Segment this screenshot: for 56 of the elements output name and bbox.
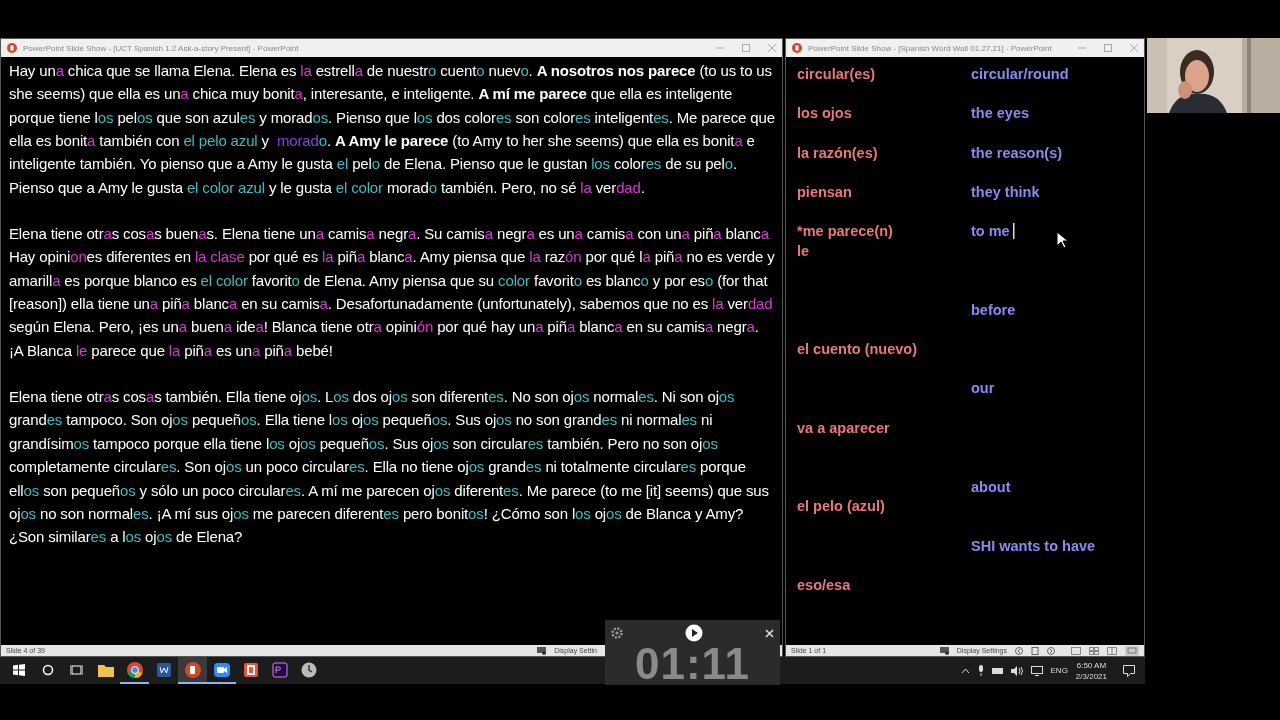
presentation-app-icon xyxy=(183,660,202,679)
powerpoint-icon xyxy=(7,43,17,53)
document-app-icon xyxy=(154,660,173,679)
english-meaning: SHI wants to have xyxy=(971,536,1096,556)
story-paragraph: Elena tiene otras cosas también. Ella tiene ojos. Los dos ojos son diferentes. No son ojos normales. Ni son ojos grandes tampoco. Son ojos pequeños. Ella tiene los ojos pequeños. Sus ojos no son grandes ni normales ni grandísimos tampoco porque ella tiene los ojos pequeños. Sus ojos son circulares también. Pero no son ojos completamente circulares. Son ojos un poco circulares. Ella no tiene ojos grandes ni totalmente circulares porque ellos son pequeños y sólo un poco circulares. A mí me parecen ojos diferentes. Me parece (to me [it] seems) que sus ojos no son normales. ¡A mí sus ojos me parecen diferentes pero bonitos! ¿Cómo son los ojos de Blanca y Amy? ¿Son similares a los ojos de Elena? xyxy=(9,387,770,548)
taskbar-button[interactable] xyxy=(178,657,207,684)
window-title: PowerPoint Slide Show - [UCT Spanish 1.2 Ask-a-story Present] - PowerPoint xyxy=(23,43,300,53)
video-camera-icon xyxy=(212,660,231,679)
english-meaning: to me xyxy=(971,222,1010,242)
story-paragraph: Hay una chica que se llama Elena. Elena es la estrella de nuestro cuento nuevo. A nosotros nos parece (to us to us she seems) que ella es una chica muy bonita, interesante, e inteligente. A mí me parece que ella es inteligente porque tiene los pelos que son azules y morados. Pienso que los dos colores son colores inteligentes. Me parece que ella es bonita también con el pelo azul y morado. A Amy le parece (to Amy to her she seems) que ella es bonita e inteligente también. Yo pienso que a Amy le gusta el pelo de Elena. Pienso que le gustan los colores de su pelo. Pienso que a Amy le gusta el color azul y le gusta el color morado también. Pero, no sé la verdad. xyxy=(9,61,776,198)
text-cursor-icon xyxy=(1012,223,1016,240)
spanish-term: le xyxy=(797,242,811,262)
task-view-icon[interactable] xyxy=(70,663,83,676)
settings-icon[interactable] xyxy=(611,627,623,639)
english-meaning: they think xyxy=(971,182,1040,202)
normal-view-icon[interactable] xyxy=(1071,646,1081,655)
spanish-term: la razón(es) xyxy=(797,143,879,163)
volume-icon[interactable] xyxy=(1010,665,1023,676)
timer-readout: 01:11 xyxy=(634,642,751,686)
next-icon[interactable] xyxy=(1047,646,1055,655)
search-icon[interactable] xyxy=(41,663,54,676)
spanish-term: piensan xyxy=(797,182,853,202)
spanish-term: el pelo (azul) xyxy=(797,497,886,517)
spanish-term: eso/esa xyxy=(797,575,852,595)
play-icon[interactable] xyxy=(685,624,703,642)
slideshow-icon[interactable] xyxy=(1125,645,1139,656)
chevron-up-icon[interactable] xyxy=(960,667,970,674)
previous-icon[interactable] xyxy=(1015,646,1023,655)
spanish-term: *me parece(n) xyxy=(797,222,894,242)
notification-icon[interactable] xyxy=(1123,664,1135,677)
browser-icon xyxy=(125,660,144,679)
recorder-app-icon xyxy=(241,660,260,679)
story-paragraph: Elena tiene otras cosas buenas. Elena tiene una camisa negra. Su camisa negra es una camisa con una piña blanca Hay opiniones diferentes en la clase por qué es la piña blanca. Amy piensa que la razón por qué la piña no es verde y amarilla es porque blanco es el color favorito de Elena. Amy piensa que su color favorito es blanco y por eso (for that [reason]) ella tiene una piña blanca en su camisa. Desafortunadamente (unfortunately), sabemos que no es la verdad según Elena. Pero, ¡es una buena idea! Blanca tiene otra opinión por qué hay una piña blanca en su camisa negra. ¡A Blanca le parece que la piña es una piña bebé! xyxy=(9,224,776,361)
english-meaning: about xyxy=(971,477,1011,497)
spanish-term: los ojos xyxy=(797,104,853,124)
english-meaning: our xyxy=(971,379,995,399)
english-meaning: circular/round xyxy=(971,65,1069,84)
microphone-icon[interactable] xyxy=(977,665,984,676)
slide-sorter-icon[interactable] xyxy=(1089,646,1099,655)
display-icon[interactable] xyxy=(1030,665,1043,676)
video-editor-icon xyxy=(270,660,289,679)
network-icon[interactable] xyxy=(991,666,1003,675)
spanish-term: circular(es) xyxy=(797,65,877,84)
language-indicator[interactable]: ENG xyxy=(1050,666,1068,675)
spanish-term: va a aparecer xyxy=(797,418,891,438)
english-meaning: the reason(s) xyxy=(971,143,1063,163)
reading-view-icon[interactable] xyxy=(1107,646,1117,655)
powerpoint-icon xyxy=(792,43,802,53)
window-title: PowerPoint Slide Show - [Spanish Word Wall 01.27.21] - PowerPoint xyxy=(808,43,1053,53)
mouse-pointer-icon xyxy=(1055,231,1068,250)
clock[interactable]: 6:50 AM 2/3/2021 xyxy=(1075,659,1107,682)
spanish-term: el cuento (nuevo) xyxy=(797,340,919,360)
english-meaning: before xyxy=(971,300,1016,320)
english-meaning: the eyes xyxy=(971,104,1030,124)
start-icon[interactable] xyxy=(12,663,25,676)
clock-app-icon xyxy=(299,660,318,679)
